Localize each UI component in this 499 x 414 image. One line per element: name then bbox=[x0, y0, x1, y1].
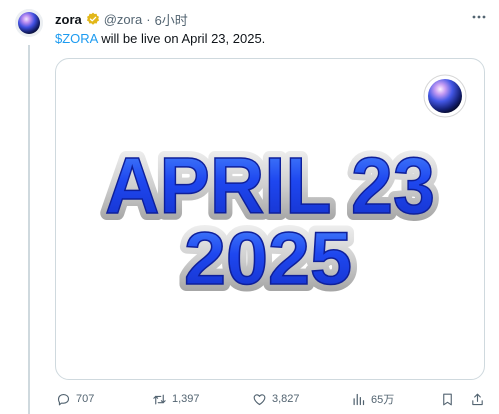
media-graphic: APRIL 23 APRIL 23 2025 2025 bbox=[98, 74, 467, 307]
heart-icon bbox=[253, 393, 266, 405]
repost-count: 1,397 bbox=[172, 393, 200, 405]
bookmark-button[interactable] bbox=[440, 392, 455, 407]
tweet-text-body: will be live on April 23, 2025. bbox=[97, 31, 266, 46]
handle[interactable]: @zora bbox=[104, 12, 143, 27]
repost-button[interactable]: 1,397 bbox=[152, 392, 200, 407]
cashtag-link[interactable]: $ZORA bbox=[55, 31, 98, 46]
thread-line bbox=[28, 45, 30, 414]
share-icon bbox=[472, 393, 483, 405]
headline-line2: 2025 bbox=[184, 217, 352, 300]
bookmark-icon bbox=[443, 393, 452, 405]
tweet-text: $ZORA will be live on April 23, 2025. bbox=[55, 31, 265, 46]
like-count: 3,827 bbox=[272, 393, 300, 405]
views-button[interactable]: 65万 bbox=[351, 391, 394, 407]
like-button[interactable]: 3,827 bbox=[252, 392, 300, 407]
repost-icon bbox=[153, 394, 166, 404]
share-button[interactable] bbox=[470, 392, 485, 407]
reply-icon bbox=[57, 393, 70, 405]
avatar[interactable] bbox=[15, 9, 43, 37]
tweet-actions: 707 1,397 3,827 65万 bbox=[55, 388, 485, 410]
tweet[interactable]: zora @zora · 6小时 $ZORA will be live on A… bbox=[0, 0, 499, 414]
reply-count: 707 bbox=[76, 393, 95, 405]
views-count: 65万 bbox=[371, 394, 395, 406]
views-bar-chart-icon bbox=[353, 393, 365, 405]
tweet-header: zora @zora · 6小时 bbox=[55, 10, 489, 28]
media-image[interactable]: APRIL 23 APRIL 23 2025 2025 bbox=[55, 58, 485, 380]
timestamp[interactable]: 6小时 bbox=[155, 10, 188, 29]
separator-dot: · bbox=[146, 11, 151, 27]
more-options-icon[interactable] bbox=[469, 7, 489, 27]
display-name[interactable]: zora bbox=[55, 12, 82, 27]
reply-button[interactable]: 707 bbox=[56, 392, 94, 407]
verified-badge-icon bbox=[86, 12, 99, 25]
